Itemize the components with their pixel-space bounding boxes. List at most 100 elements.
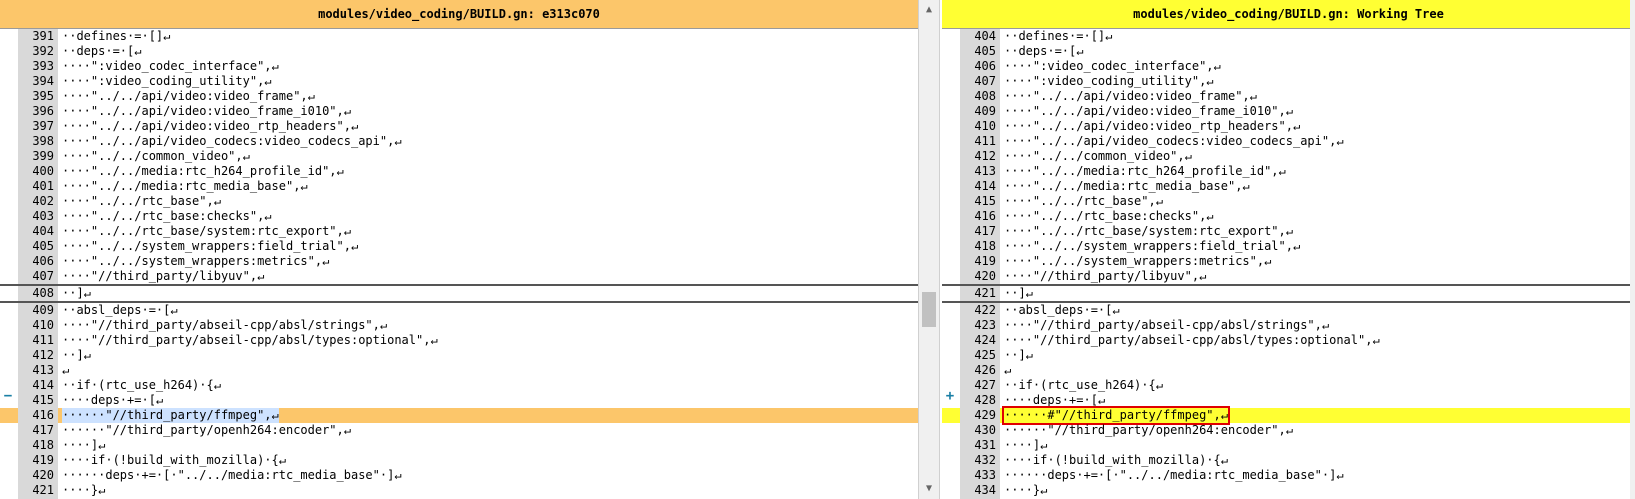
code-text[interactable]: ····"../../media:rtc_h264_profile_id",↵ — [1004, 164, 1286, 179]
code-line[interactable]: 427 ··if·(rtc_use_h264)·{↵ — [942, 378, 1635, 393]
code-text[interactable]: ······deps·+=·[·"../../media:rtc_media_b… — [62, 468, 402, 483]
scroll-up-arrow-icon[interactable]: ▲ — [919, 0, 939, 20]
code-text[interactable]: ····"../../media:rtc_media_base",↵ — [62, 179, 308, 194]
code-line[interactable]: 414 ····"../../media:rtc_media_base",↵ — [942, 179, 1635, 194]
code-line[interactable]: 397 ····"../../api/video:video_rtp_header… — [0, 119, 918, 134]
code-line[interactable]: 431 ····]↵ — [942, 438, 1635, 453]
code-text[interactable]: ····]↵ — [1004, 438, 1047, 453]
code-text[interactable]: ····"../../rtc_base/system:rtc_export",↵ — [62, 224, 351, 239]
code-text[interactable]: ····deps·+=·[↵ — [62, 393, 163, 408]
code-line[interactable]: 404 ··defines·=·[]↵ — [942, 29, 1635, 44]
scroll-down-arrow-icon[interactable]: ▼ — [919, 479, 939, 499]
code-text[interactable]: ··deps·=·[↵ — [62, 44, 141, 59]
code-line[interactable]: 409 ··absl_deps·=·[↵ — [0, 301, 918, 318]
code-line[interactable]: 418 ····"../../system_wrappers:field_tria… — [942, 239, 1635, 254]
code-line[interactable]: 409 ····"../../api/video:video_frame_i010… — [942, 104, 1635, 119]
code-text[interactable]: ····}↵ — [62, 483, 105, 498]
code-text[interactable]: ····"//third_party/abseil-cpp/absl/types… — [1004, 333, 1380, 348]
code-line[interactable]: 395 ····"../../api/video:video_frame",↵ — [0, 89, 918, 104]
code-text[interactable]: ↵ — [1004, 363, 1011, 378]
code-text[interactable]: ····"../../api/video:video_rtp_headers",… — [1004, 119, 1300, 134]
code-text[interactable]: ····"../../common_video",↵ — [62, 149, 250, 164]
code-line[interactable]: 430 ······"//third_party/openh264:encoder… — [942, 423, 1635, 438]
code-line[interactable]: 417 ····"../../rtc_base/system:rtc_export… — [942, 224, 1635, 239]
code-line[interactable]: 400 ····"../../media:rtc_h264_profile_id"… — [0, 164, 918, 179]
code-line[interactable]: 429 ······#"//third_party/ffmpeg",↵ — [942, 406, 1635, 425]
code-text[interactable]: ··defines·=·[]↵ — [1004, 29, 1112, 44]
code-text[interactable]: ····"//third_party/abseil-cpp/absl/strin… — [1004, 318, 1329, 333]
code-line[interactable]: 413 ····"../../media:rtc_h264_profile_id"… — [942, 164, 1635, 179]
code-line[interactable]: 422 ··absl_deps·=·[↵ — [942, 301, 1635, 318]
code-text[interactable]: ··]↵ — [1004, 348, 1033, 363]
code-line[interactable]: 415 ····deps·+=·[↵ — [0, 393, 918, 408]
code-line[interactable]: 407 ····":video_coding_utility",↵ — [942, 74, 1635, 89]
code-text[interactable]: ······"//third_party/ffmpeg",↵ — [62, 408, 279, 423]
code-text[interactable]: ····":video_codec_interface",↵ — [62, 59, 279, 74]
code-text[interactable]: ··]↵ — [62, 348, 91, 363]
code-line[interactable]: 394 ····":video_coding_utility",↵ — [0, 74, 918, 89]
code-text[interactable]: ····"../../rtc_base",↵ — [1004, 194, 1163, 209]
code-text[interactable]: ····"../../api/video:video_frame",↵ — [1004, 89, 1257, 104]
code-line[interactable]: 396 ····"../../api/video:video_frame_i010… — [0, 104, 918, 119]
code-text[interactable]: ····"../../media:rtc_h264_profile_id",↵ — [62, 164, 344, 179]
code-text[interactable]: ··if·(rtc_use_h264)·{↵ — [1004, 378, 1163, 393]
code-line[interactable]: 417 ······"//third_party/openh264:encoder… — [0, 423, 918, 438]
code-text[interactable]: ··if·(rtc_use_h264)·{↵ — [62, 378, 221, 393]
code-line[interactable]: 399 ····"../../common_video",↵ — [0, 149, 918, 164]
code-text[interactable]: ······"//third_party/openh264:encoder",↵ — [62, 423, 351, 438]
code-text[interactable]: ····":video_codec_interface",↵ — [1004, 59, 1221, 74]
code-line[interactable]: 403 ····"../../rtc_base:checks",↵ — [0, 209, 918, 224]
code-line[interactable]: 416 ······"//third_party/ffmpeg",↵ — [0, 408, 918, 423]
code-text[interactable]: ··]↵ — [62, 286, 91, 301]
left-code-lines[interactable]: 391 ··defines·=·[]↵ 392 ··deps·=·[↵ 393 ····"… — [0, 29, 918, 499]
code-line[interactable]: 434 ····}↵ — [942, 483, 1635, 498]
code-text[interactable]: ····"../../rtc_base:checks",↵ — [1004, 209, 1214, 224]
code-text[interactable]: ····"../../api/video:video_frame",↵ — [62, 89, 315, 104]
code-line[interactable]: 408 ····"../../api/video:video_frame",↵ — [942, 89, 1635, 104]
code-line[interactable]: 412 ··]↵ — [0, 348, 918, 363]
code-line[interactable]: 428 ····deps·+=·[↵ — [942, 393, 1635, 408]
code-line[interactable]: 412 ····"../../common_video",↵ — [942, 149, 1635, 164]
code-line[interactable]: 411 ····"//third_party/abseil-cpp/absl/ty… — [0, 333, 918, 348]
code-line[interactable]: 402 ····"../../rtc_base",↵ — [0, 194, 918, 209]
code-text[interactable]: ····"../../api/video:video_rtp_headers",… — [62, 119, 358, 134]
code-text[interactable]: ····"../../rtc_base",↵ — [62, 194, 221, 209]
code-line[interactable]: 419 ····"../../system_wrappers:metrics",↵ — [942, 254, 1635, 269]
code-line[interactable]: 411 ····"../../api/video_codecs:video_cod… — [942, 134, 1635, 149]
code-line[interactable]: 406 ····"../../system_wrappers:metrics",↵ — [0, 254, 918, 269]
code-text[interactable]: ····if·(!build_with_mozilla)·{↵ — [62, 453, 286, 468]
code-text[interactable]: ····"../../rtc_base/system:rtc_export",↵ — [1004, 224, 1293, 239]
code-line[interactable]: 401 ····"../../media:rtc_media_base",↵ — [0, 179, 918, 194]
code-text[interactable]: ······#"//third_party/ffmpeg",↵ — [1002, 406, 1230, 425]
code-text[interactable]: ····}↵ — [1004, 483, 1047, 498]
code-text[interactable]: ····":video_coding_utility",↵ — [1004, 74, 1214, 89]
code-text[interactable]: ··absl_deps·=·[↵ — [62, 303, 178, 318]
code-line[interactable]: 421 ····}↵ — [0, 483, 918, 498]
code-text[interactable]: ······"//third_party/openh264:encoder",↵ — [1004, 423, 1293, 438]
vertical-scrollbar[interactable]: ▲ ▼ — [918, 0, 940, 499]
code-text[interactable]: ····"../../common_video",↵ — [1004, 149, 1192, 164]
code-line[interactable]: 392 ··deps·=·[↵ — [0, 44, 918, 59]
right-pane-working-tree[interactable]: modules/video_coding/BUILD.gn: Working T… — [942, 0, 1635, 499]
code-text[interactable]: ····"//third_party/abseil-cpp/absl/types… — [62, 333, 438, 348]
code-line[interactable]: 414 ··if·(rtc_use_h264)·{↵ — [0, 378, 918, 393]
code-text[interactable]: ····"../../system_wrappers:field_trial",… — [62, 239, 358, 254]
code-text[interactable]: ····if·(!build_with_mozilla)·{↵ — [1004, 453, 1228, 468]
code-text[interactable]: ····"//third_party/abseil-cpp/absl/strin… — [62, 318, 387, 333]
code-line[interactable]: 426 ↵ — [942, 363, 1635, 378]
code-line[interactable]: 404 ····"../../rtc_base/system:rtc_export… — [0, 224, 918, 239]
code-text[interactable]: ····]↵ — [62, 438, 105, 453]
code-line[interactable]: 415 ····"../../rtc_base",↵ — [942, 194, 1635, 209]
code-line[interactable]: 408 ··]↵ — [0, 286, 918, 301]
code-text[interactable]: ····"../../system_wrappers:metrics",↵ — [62, 254, 329, 269]
code-text[interactable]: ····":video_coding_utility",↵ — [62, 74, 272, 89]
code-text[interactable]: ····deps·+=·[↵ — [1004, 393, 1105, 408]
code-text[interactable]: ····"../../api/video_codecs:video_codecs… — [1004, 134, 1344, 149]
code-line[interactable]: 406 ····":video_codec_interface",↵ — [942, 59, 1635, 74]
code-line[interactable]: 391 ··defines·=·[]↵ — [0, 29, 918, 44]
code-text[interactable]: ··absl_deps·=·[↵ — [1004, 303, 1120, 318]
code-text[interactable]: ↵ — [62, 363, 69, 378]
code-text[interactable]: ····"../../api/video_codecs:video_codecs… — [62, 134, 402, 149]
code-text[interactable]: ····"//third_party/libyuv",↵ — [1004, 269, 1206, 284]
code-text[interactable]: ····"../../api/video:video_frame_i010",↵ — [62, 104, 351, 119]
